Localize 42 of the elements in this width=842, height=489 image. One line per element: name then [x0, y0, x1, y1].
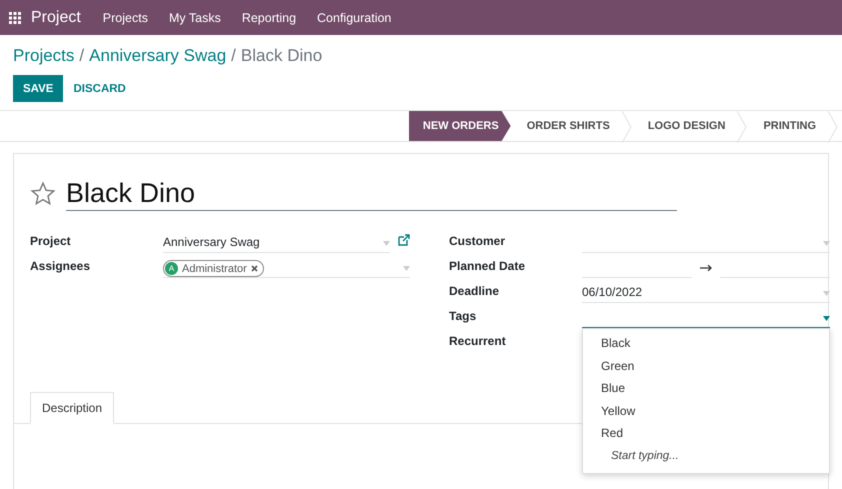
notebook-tab[interactable]: Description [30, 392, 114, 424]
save-button[interactable]: SAVE [13, 75, 64, 102]
discard-button[interactable]: DISCARD [63, 75, 136, 102]
select-field[interactable]: 06/10/2022 [582, 283, 830, 303]
avatar-initial: A [165, 262, 178, 275]
breadcrumb-current: Black Dino [240, 46, 322, 66]
field-label: Deadline [449, 283, 500, 298]
stage-step[interactable]: ORDER SHIRTS [510, 111, 622, 141]
dropdown-option[interactable]: Red [583, 422, 829, 444]
arrow-icon [700, 265, 712, 271]
stage-step[interactable]: LOGO DESIGN [632, 111, 738, 141]
search-hint: Start typing... [610, 448, 680, 464]
dropdown-option[interactable]: Black [583, 332, 829, 354]
select-field[interactable]: Anniversary Swag [163, 233, 390, 253]
menu-item[interactable]: Projects [102, 10, 148, 24]
field-label: Tags [449, 308, 478, 323]
breadcrumb-separator: / [79, 46, 84, 66]
remove-icon[interactable] [250, 265, 258, 272]
dropdown-option[interactable]: Yellow [583, 400, 829, 422]
breadcrumb-link[interactable]: Projects [13, 46, 74, 66]
field-label: Project [30, 233, 72, 248]
stage-step[interactable]: PRINTING [747, 111, 828, 141]
dropdown-option[interactable]: Green [583, 354, 829, 377]
dropdown-option[interactable]: Blue [583, 377, 829, 400]
app-title[interactable]: Project [31, 8, 81, 26]
breadcrumb-link[interactable]: Anniversary Swag [89, 46, 226, 66]
stage-step[interactable]: NEW ORDERS [408, 111, 511, 141]
caret-icon[interactable] [823, 316, 830, 321]
breadcrumb-separator: / [231, 46, 236, 66]
star-icon[interactable] [30, 180, 56, 206]
apps-menu-icon[interactable] [9, 12, 21, 24]
field-label: Assignees [30, 258, 92, 273]
tags-field[interactable]: A Administrator [163, 258, 410, 278]
external-link-icon[interactable] [398, 234, 410, 246]
field-label: Planned Date [449, 258, 526, 273]
menu-item[interactable]: My Tasks [168, 10, 221, 24]
field-label: Customer [449, 233, 506, 248]
tag-label: Administrator [182, 262, 247, 274]
title-field[interactable]: Black Dino [66, 176, 677, 211]
field-label: Recurrent [449, 333, 507, 348]
menu-item[interactable]: Configuration [317, 10, 392, 24]
menu-item[interactable]: Reporting [242, 10, 296, 24]
